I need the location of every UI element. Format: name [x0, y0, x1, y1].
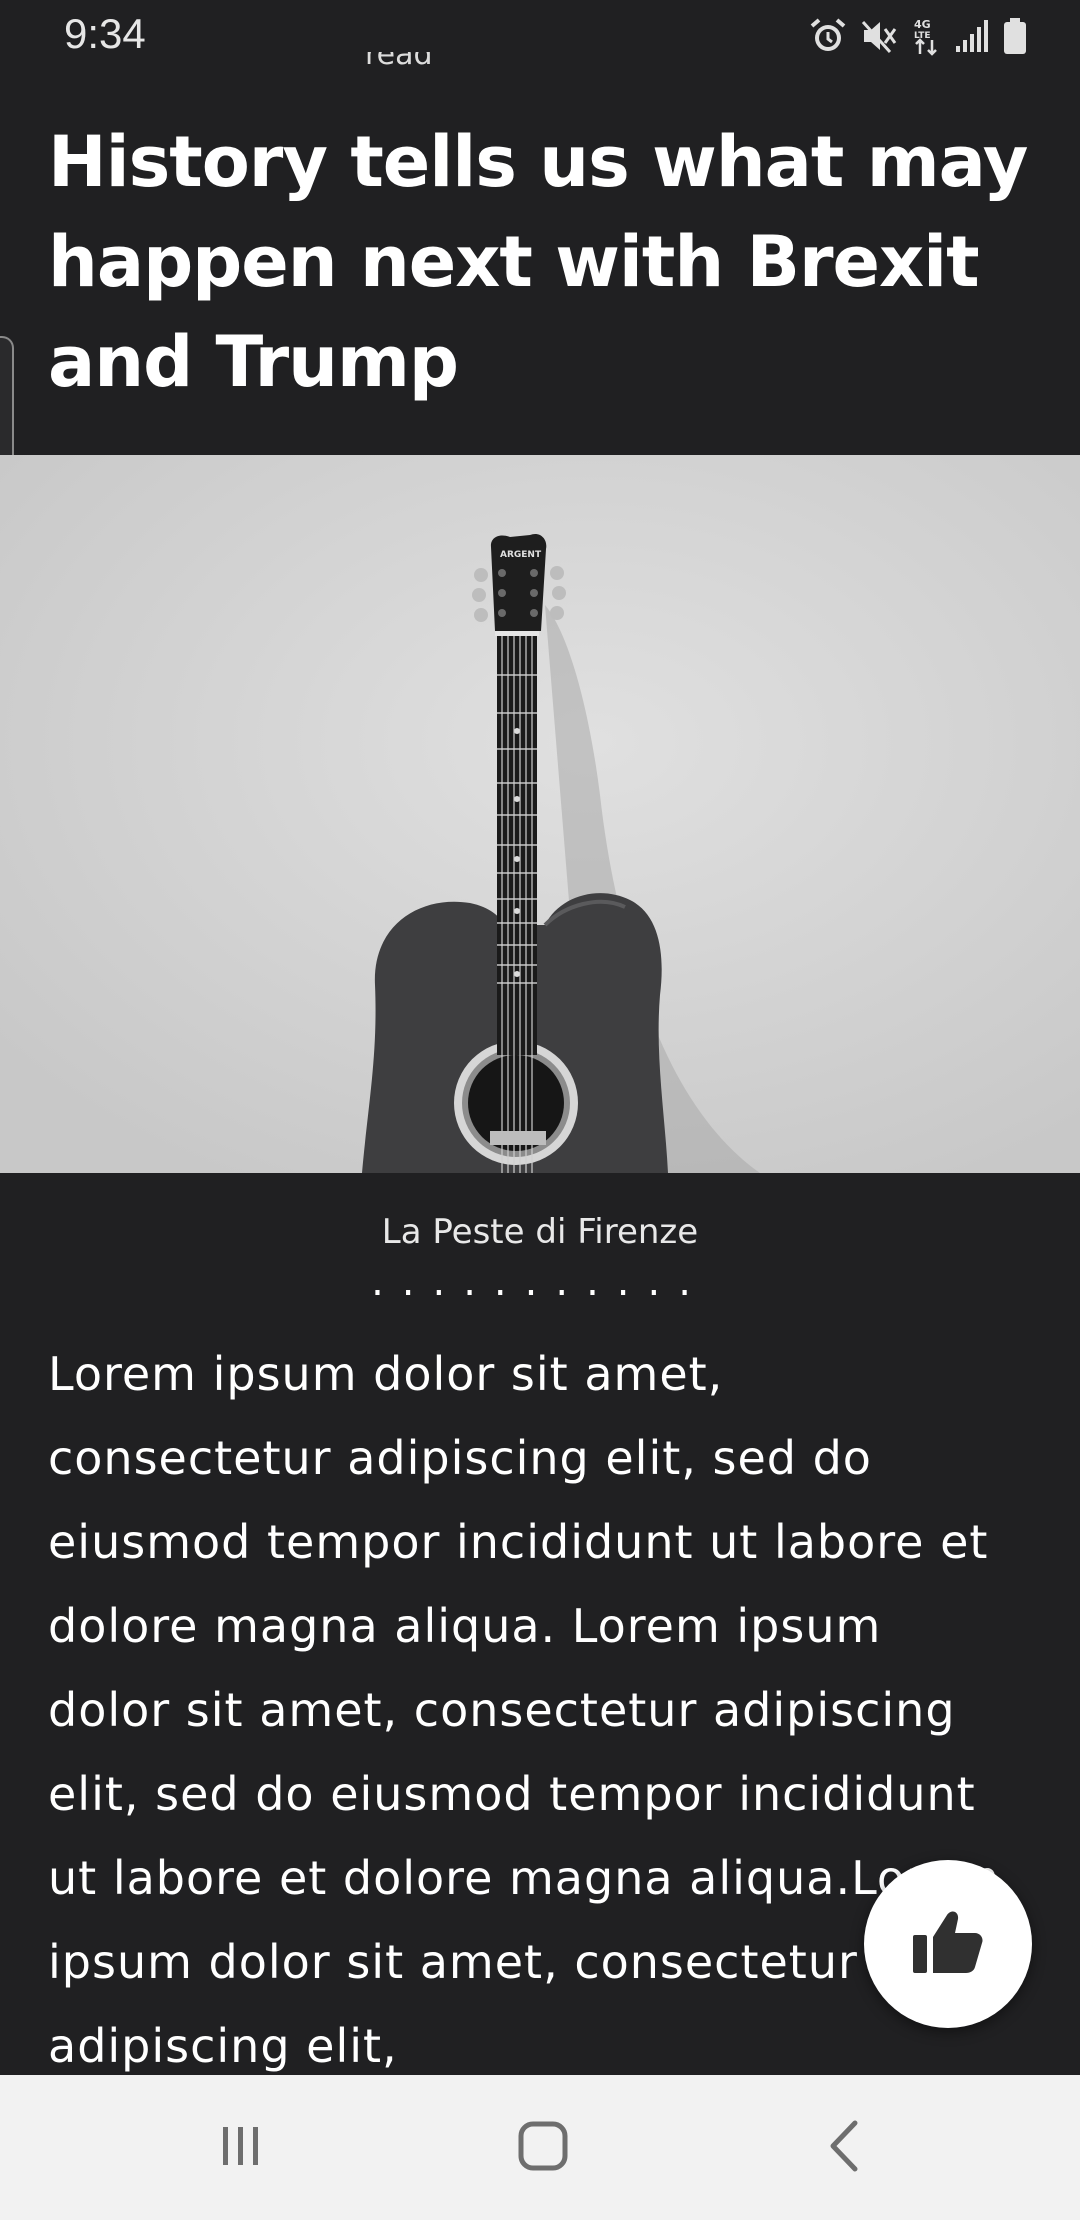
- status-time: 9:34: [64, 10, 146, 57]
- image-caption: La Peste di Firenze: [381, 1212, 699, 1252]
- thumbs-up-icon: [913, 1909, 983, 1979]
- home-icon: [516, 2119, 570, 2177]
- system-nav-bar: [0, 2075, 1080, 2220]
- alarm-icon: [808, 16, 848, 56]
- article-body: Lorem ipsum dolor sit amet, consectetur …: [48, 1347, 1001, 2072]
- svg-text:LTE: LTE: [914, 31, 931, 41]
- battery-icon: [1002, 16, 1028, 56]
- svg-text:4G: 4G: [914, 18, 931, 31]
- back-button[interactable]: [800, 2113, 890, 2183]
- status-bar: 9:34 4G LTE: [0, 0, 1080, 72]
- mute-icon: [860, 16, 900, 56]
- lte-data-icon: 4G LTE: [912, 16, 942, 56]
- scrolled-text-fragment: read: [365, 52, 433, 72]
- recents-button[interactable]: [196, 2113, 286, 2183]
- recents-icon: [216, 2121, 266, 2175]
- like-button[interactable]: [864, 1860, 1032, 2028]
- status-icons: 4G LTE: [808, 14, 1028, 58]
- section-divider: ...........: [371, 1259, 709, 1305]
- svg-text:ARGENT: ARGENT: [500, 550, 542, 560]
- article-headline: History tells us what may happen next wi…: [48, 121, 1028, 403]
- home-button[interactable]: [498, 2113, 588, 2183]
- back-icon: [825, 2119, 865, 2177]
- article-hero-image: ARGENT: [0, 455, 1080, 1173]
- signal-icon: [954, 16, 990, 56]
